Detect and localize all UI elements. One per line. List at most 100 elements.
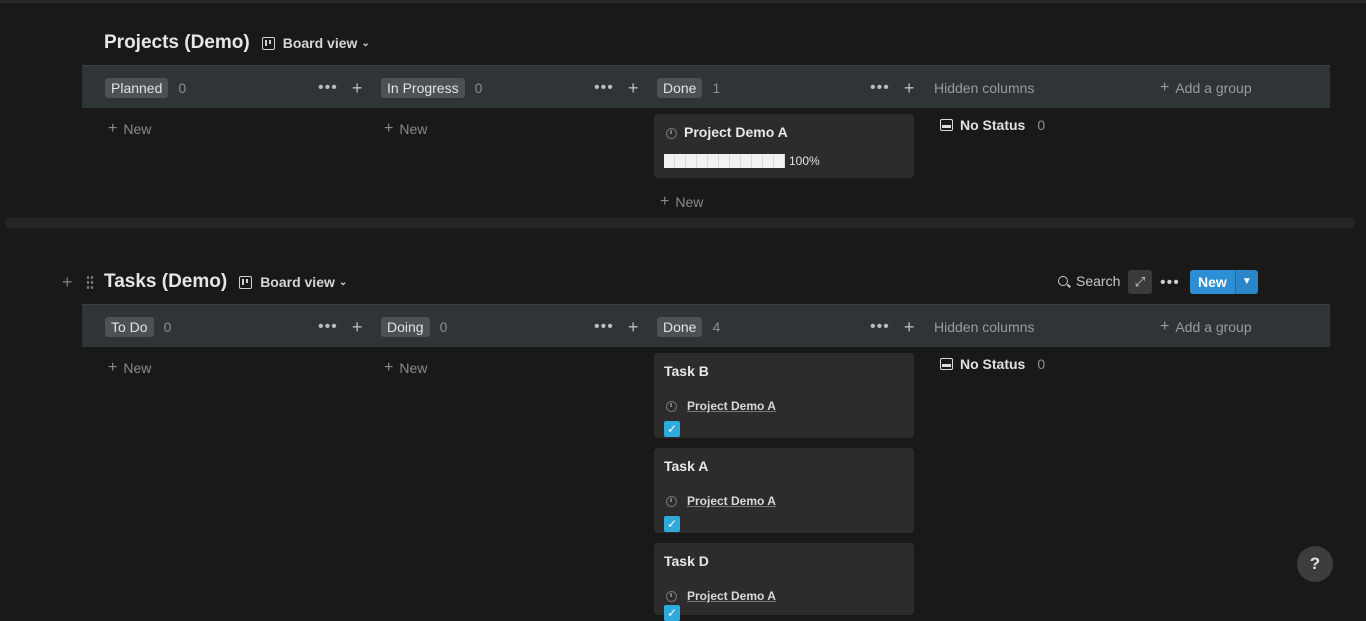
help-button[interactable]: ? [1297, 546, 1333, 582]
group-header-doing[interactable]: Doing 0 [381, 305, 447, 348]
task-card[interactable]: Task D Project Demo A ✓ [654, 543, 914, 621]
card-title: Task D [664, 553, 709, 569]
progress-bar [664, 154, 785, 168]
group-header-done[interactable]: Done 1 [657, 66, 720, 109]
chevron-down-icon: ⌄ [361, 37, 370, 49]
relation-label: Project Demo A [687, 589, 776, 603]
no-status-count: 0 [1037, 356, 1046, 372]
projects-view-label: Board view [282, 35, 358, 51]
done-checkbox[interactable]: ✓ [664, 605, 680, 621]
drag-handle-icon[interactable] [86, 275, 94, 289]
group-tools-planned: ••• + [318, 66, 362, 109]
group-count: 0 [474, 79, 483, 96]
group-header-in-progress[interactable]: In Progress 0 [381, 66, 482, 109]
add-card-icon[interactable]: + [628, 318, 639, 336]
group-pill: Doing [381, 316, 430, 337]
more-options-icon[interactable]: ••• [318, 79, 338, 96]
new-label: New [399, 121, 428, 137]
more-options-icon[interactable]: ••• [594, 318, 614, 335]
add-group-button[interactable]: + Add a group [1160, 305, 1252, 348]
search-label: Search [1076, 273, 1121, 289]
top-border [0, 0, 1366, 3]
no-status-group[interactable]: No Status 0 [940, 356, 1045, 372]
card-title: Task A [664, 458, 709, 474]
done-checkbox[interactable]: ✓ [664, 421, 680, 437]
project-card[interactable]: Project Demo A 100% [654, 114, 914, 178]
no-status-group[interactable]: No Status 0 [940, 117, 1045, 133]
group-tools-done: ••• + [870, 66, 914, 109]
add-card-icon[interactable]: + [352, 318, 363, 336]
new-record-button[interactable]: New ▼ [1190, 270, 1258, 294]
project-relation[interactable]: Project Demo A [666, 589, 776, 603]
new-card-button[interactable]: + New [108, 359, 152, 377]
group-count: 0 [163, 318, 172, 335]
add-card-icon[interactable]: + [904, 79, 915, 97]
group-tools-doing: ••• + [594, 305, 638, 348]
board-view-icon [261, 36, 275, 50]
progress-text: 100% [789, 154, 820, 168]
new-label: New [675, 194, 704, 210]
section-divider [6, 218, 1354, 228]
chevron-down-icon[interactable]: ▼ [1234, 270, 1258, 294]
group-header-to-do[interactable]: To Do 0 [105, 305, 171, 348]
more-options-icon[interactable]: ••• [1160, 274, 1180, 292]
new-card-button[interactable]: + New [108, 120, 152, 138]
tasks-view-switcher[interactable]: Board view ⌄ [239, 274, 347, 290]
inbox-icon [940, 119, 953, 131]
plus-icon: + [108, 359, 118, 376]
hidden-columns-label[interactable]: Hidden columns [934, 305, 1034, 348]
group-header-planned[interactable]: Planned 0 [105, 66, 186, 109]
chevron-down-icon: ⌄ [338, 276, 348, 288]
new-label: New [123, 360, 152, 376]
projects-title[interactable]: Projects (Demo) [104, 32, 250, 54]
search-icon [1058, 276, 1068, 286]
new-card-button[interactable]: + New [660, 193, 704, 211]
projects-group-bar: Planned 0 ••• + In Progress 0 ••• + Done… [82, 65, 1330, 108]
expand-icon[interactable]: ⤢ [1128, 270, 1152, 294]
progress-row: 100% [664, 154, 820, 168]
new-card-button[interactable]: + New [384, 359, 428, 377]
group-pill: Done [657, 77, 703, 98]
projects-view-switcher[interactable]: Board view ⌄ [261, 35, 370, 51]
group-tools-done: ••• + [870, 305, 914, 348]
hidden-columns-label[interactable]: Hidden columns [934, 66, 1034, 109]
done-checkbox[interactable]: ✓ [664, 516, 680, 532]
plus-icon: + [384, 120, 394, 137]
card-title: Project Demo A [684, 124, 788, 140]
plus-icon: + [108, 120, 118, 137]
plus-icon: + [1160, 78, 1170, 96]
add-group-button[interactable]: + Add a group [1160, 66, 1252, 109]
card-title: Task B [664, 363, 709, 379]
new-button-label[interactable]: New [1190, 270, 1235, 294]
group-tools-to-do: ••• + [318, 305, 362, 348]
more-options-icon[interactable]: ••• [870, 318, 890, 335]
status-clock-icon [666, 400, 677, 412]
tasks-title[interactable]: Tasks (Demo) [104, 271, 227, 293]
more-options-icon[interactable]: ••• [318, 318, 338, 335]
group-header-done[interactable]: Done 4 [657, 305, 720, 348]
group-tools-in-progress: ••• + [594, 66, 638, 109]
plus-icon: + [660, 193, 670, 210]
more-options-icon[interactable]: ••• [594, 79, 614, 96]
task-card[interactable]: Task B Project Demo A ✓ [654, 353, 914, 438]
add-card-icon[interactable]: + [352, 79, 363, 97]
add-card-icon[interactable]: + [628, 79, 639, 97]
project-relation[interactable]: Project Demo A [666, 399, 776, 413]
no-status-label: No Status [960, 356, 1026, 372]
task-card[interactable]: Task A Project Demo A ✓ [654, 448, 914, 533]
plus-icon: + [384, 359, 394, 376]
new-label: New [123, 121, 152, 137]
group-pill: In Progress [381, 77, 465, 98]
new-label: New [399, 360, 428, 376]
add-block-icon[interactable]: + [62, 273, 73, 291]
status-clock-icon [666, 590, 677, 602]
more-options-icon[interactable]: ••• [870, 79, 890, 96]
plus-icon: + [1160, 317, 1170, 335]
group-pill: To Do [105, 316, 154, 337]
search-button[interactable]: Search [1058, 273, 1120, 289]
project-relation[interactable]: Project Demo A [666, 494, 776, 508]
tasks-view-label: Board view [260, 274, 335, 290]
new-card-button[interactable]: + New [384, 120, 428, 138]
add-card-icon[interactable]: + [904, 318, 915, 336]
tasks-group-bar: To Do 0 ••• + Doing 0 ••• + Done 4 ••• +… [82, 304, 1330, 347]
